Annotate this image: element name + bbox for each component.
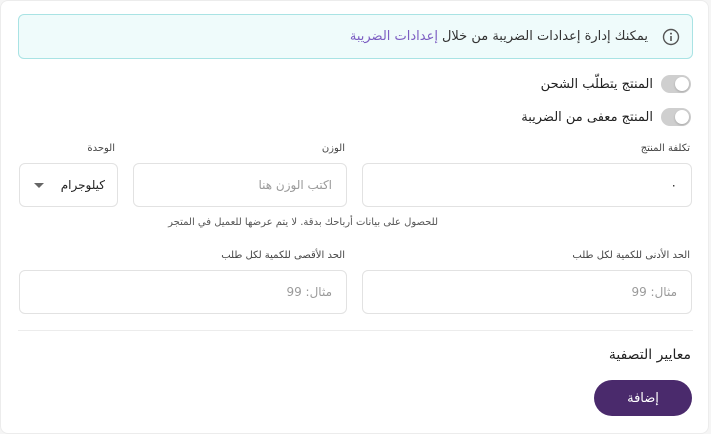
weight-label: الوزن [321,143,345,154]
unit-select[interactable]: كيلوجرام [19,163,118,207]
add-filter-button[interactable]: إضافة [594,380,692,416]
cost-input[interactable] [377,164,677,206]
weight-field[interactable] [133,163,347,207]
cost-label: تكلفة المنتج [640,143,690,154]
min-qty-label: الحد الأدنى للكمية لكل طلب [572,250,690,261]
cost-hint: للحصول على بيانات أرباحك بدقة. لا يتم عر… [168,217,438,228]
max-qty-field[interactable] [19,270,347,314]
weight-input[interactable] [148,164,332,206]
tax-exempt-toggle-label: المنتج معفى من الضريبة [521,109,653,125]
tax-exempt-toggle[interactable] [661,108,691,126]
shipping-toggle-label: المنتج يتطلّب الشحن [540,76,653,92]
chevron-down-icon [34,182,44,188]
shipping-toggle[interactable] [661,75,691,93]
shipping-toggle-row: المنتج يتطلّب الشحن [541,73,691,95]
unit-select-value: كيلوجرام [60,178,105,192]
info-icon [662,28,680,46]
unit-label: الوحدة [87,143,115,154]
max-qty-input[interactable] [34,271,332,313]
min-qty-field[interactable] [362,270,692,314]
cost-field[interactable] [362,163,692,207]
min-qty-input[interactable] [377,271,677,313]
filters-section-title: معايير التصفية [608,347,691,363]
tax-notice-text: يمكنك إدارة إعدادات الضريبة من خلال [441,29,648,44]
product-settings-panel: يمكنك إدارة إعدادات الضريبة من خلال إعدا… [0,0,709,434]
max-qty-label: الحد الأقصى للكمية لكل طلب [221,250,345,261]
tax-settings-link[interactable]: إعدادات الضريبة [350,29,438,44]
tax-notice-banner: يمكنك إدارة إعدادات الضريبة من خلال إعدا… [18,14,693,59]
section-divider [18,330,693,331]
tax-exempt-toggle-row: المنتج معفى من الضريبة [521,106,691,128]
